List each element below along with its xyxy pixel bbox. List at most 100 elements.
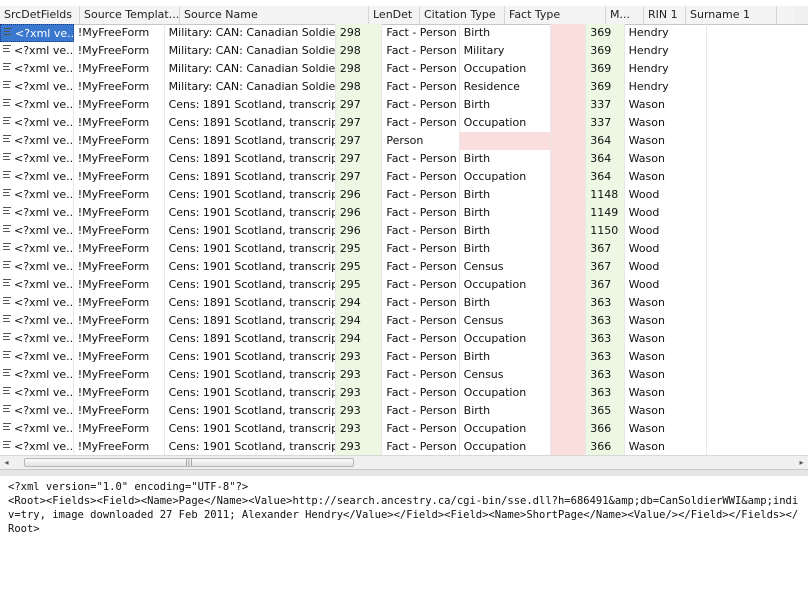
cell-lendet[interactable]: 297 xyxy=(335,168,383,186)
table-row[interactable]: <?xml ve... !MyFreeForm Military: CAN: Can… xyxy=(0,78,808,96)
column-header-m[interactable]: M... xyxy=(606,6,644,24)
cell-m[interactable] xyxy=(551,384,587,402)
cell-lendet[interactable]: 297 xyxy=(335,96,383,114)
cell-lendet[interactable]: 296 xyxy=(335,204,383,222)
cell-citation-type[interactable]: Fact - Person xyxy=(382,438,460,455)
cell-rin-1[interactable]: 367 xyxy=(586,258,625,276)
cell-citation-type[interactable]: Fact - Person xyxy=(382,114,460,132)
cell-rin-1[interactable]: 369 xyxy=(586,42,625,60)
cell-lendet[interactable]: 295 xyxy=(335,276,383,294)
cell-surname-1[interactable]: Wason xyxy=(625,96,708,114)
column-header-source-name[interactable]: Source Name xyxy=(180,6,369,24)
cell-srcdetfields[interactable]: <?xml ve... xyxy=(0,294,74,312)
cell-fact-type[interactable]: Military xyxy=(460,42,552,60)
cell-fact-type[interactable]: Birth xyxy=(460,348,552,366)
cell-m[interactable] xyxy=(551,60,587,78)
cell-srcdetfields[interactable]: <?xml ve... xyxy=(0,366,74,384)
table-row[interactable]: <?xml ve... !MyFreeForm Cens: 1891 Scotlan… xyxy=(0,330,808,348)
cell-srcdetfields[interactable]: <?xml ve... xyxy=(0,330,74,348)
cell-srcdetfields[interactable]: <?xml ve... xyxy=(0,132,74,150)
cell-source-template[interactable]: !MyFreeForm xyxy=(74,240,165,258)
cell-citation-type[interactable]: Fact - Person xyxy=(382,330,460,348)
scrollbar-thumb[interactable]: ||| xyxy=(24,458,354,467)
scroll-left-icon[interactable]: ◂ xyxy=(0,456,13,469)
cell-rin-1[interactable]: 363 xyxy=(586,330,625,348)
cell-m[interactable] xyxy=(551,366,587,384)
cell-surname-1[interactable]: Wason xyxy=(625,312,708,330)
cell-citation-type[interactable]: Fact - Person xyxy=(382,42,460,60)
cell-source-name[interactable]: Cens: 1901 Scotland, transcript A... xyxy=(165,258,336,276)
table-row[interactable]: <?xml ve... !MyFreeForm Cens: 1901 Scotlan… xyxy=(0,186,808,204)
cell-rin-1[interactable]: 337 xyxy=(586,96,625,114)
cell-m[interactable] xyxy=(551,312,587,330)
cell-citation-type[interactable]: Fact - Person xyxy=(382,204,460,222)
horizontal-scrollbar[interactable]: ◂ ||| ▸ xyxy=(0,455,808,469)
cell-citation-type[interactable]: Fact - Person xyxy=(382,150,460,168)
cell-source-template[interactable]: !MyFreeForm xyxy=(74,96,165,114)
cell-source-template[interactable]: !MyFreeForm xyxy=(74,204,165,222)
table-row[interactable]: <?xml ve... !MyFreeForm Cens: 1901 Scotlan… xyxy=(0,384,808,402)
cell-m[interactable] xyxy=(551,168,587,186)
cell-fact-type[interactable]: Birth xyxy=(460,402,552,420)
cell-m[interactable] xyxy=(551,114,587,132)
cell-m[interactable] xyxy=(551,294,587,312)
cell-srcdetfields[interactable]: <?xml ve... xyxy=(0,312,74,330)
cell-rin-1[interactable]: 363 xyxy=(586,348,625,366)
table-row[interactable]: <?xml ve... !MyFreeForm Cens: 1901 Scotlan… xyxy=(0,420,808,438)
cell-source-template[interactable]: !MyFreeForm xyxy=(74,150,165,168)
cell-fact-type[interactable]: Birth xyxy=(460,24,552,42)
table-row[interactable]: <?xml ve... !MyFreeForm Cens: 1891 Scotlan… xyxy=(0,114,808,132)
cell-lendet[interactable]: 296 xyxy=(335,186,383,204)
cell-rin-1[interactable]: 363 xyxy=(586,366,625,384)
cell-lendet[interactable]: 294 xyxy=(335,294,383,312)
cell-rin-1[interactable]: 364 xyxy=(586,168,625,186)
cell-srcdetfields[interactable]: <?xml ve... xyxy=(0,150,74,168)
cell-surname-1[interactable]: Wood xyxy=(625,240,708,258)
cell-srcdetfields[interactable]: <?xml ve... xyxy=(0,96,74,114)
cell-lendet[interactable]: 298 xyxy=(335,42,383,60)
cell-surname-1[interactable]: Wason xyxy=(625,366,708,384)
cell-lendet[interactable]: 293 xyxy=(335,366,383,384)
cell-m[interactable] xyxy=(551,402,587,420)
cell-fact-type[interactable]: Occupation xyxy=(460,114,552,132)
cell-rin-1[interactable]: 369 xyxy=(586,60,625,78)
cell-lendet[interactable]: 297 xyxy=(335,114,383,132)
cell-source-template[interactable]: !MyFreeForm xyxy=(74,132,165,150)
cell-source-name[interactable]: Cens: 1901 Scotland, transcript A... xyxy=(165,366,336,384)
cell-source-template[interactable]: !MyFreeForm xyxy=(74,438,165,455)
cell-citation-type[interactable]: Fact - Person xyxy=(382,240,460,258)
cell-rin-1[interactable]: 1149 xyxy=(586,204,625,222)
cell-srcdetfields[interactable]: <?xml ve... xyxy=(0,186,74,204)
cell-surname-1[interactable]: Wood xyxy=(625,276,708,294)
cell-source-template[interactable]: !MyFreeForm xyxy=(74,60,165,78)
cell-citation-type[interactable]: Fact - Person xyxy=(382,186,460,204)
cell-surname-1[interactable]: Wason xyxy=(625,384,708,402)
cell-fact-type[interactable]: Census xyxy=(460,366,552,384)
cell-source-template[interactable]: !MyFreeForm xyxy=(74,420,165,438)
cell-lendet[interactable]: 294 xyxy=(335,312,383,330)
cell-m[interactable] xyxy=(551,240,587,258)
cell-source-name[interactable]: Cens: 1891 Scotland, transcript A... xyxy=(165,96,336,114)
cell-source-name[interactable]: Cens: 1901 Scotland, transcript A... xyxy=(165,276,336,294)
cell-surname-1[interactable]: Wood xyxy=(625,186,708,204)
cell-lendet[interactable]: 294 xyxy=(335,330,383,348)
cell-rin-1[interactable]: 364 xyxy=(586,150,625,168)
cell-citation-type[interactable]: Fact - Person xyxy=(382,384,460,402)
cell-source-name[interactable]: Cens: 1901 Scotland, transcript A... xyxy=(165,348,336,366)
table-row[interactable]: <?xml ve... !MyFreeForm Cens: 1901 Scotlan… xyxy=(0,276,808,294)
cell-rin-1[interactable]: 366 xyxy=(586,438,625,455)
cell-srcdetfields[interactable]: <?xml ve... xyxy=(0,402,74,420)
cell-rin-1[interactable]: 363 xyxy=(586,312,625,330)
table-row[interactable]: <?xml ve... !MyFreeForm Military: CAN: Can… xyxy=(0,42,808,60)
cell-surname-1[interactable]: Wason xyxy=(625,294,708,312)
table-row[interactable]: <?xml ve... !MyFreeForm Cens: 1901 Scotlan… xyxy=(0,204,808,222)
table-row[interactable]: <?xml ve... !MyFreeForm Cens: 1901 Scotlan… xyxy=(0,348,808,366)
cell-fact-type[interactable]: Birth xyxy=(460,222,552,240)
cell-surname-1[interactable]: Hendry xyxy=(625,24,708,42)
cell-source-name[interactable]: Cens: 1891 Scotland, transcript A... xyxy=(165,132,336,150)
cell-surname-1[interactable]: Hendry xyxy=(625,78,708,96)
cell-m[interactable] xyxy=(551,222,587,240)
cell-srcdetfields[interactable]: <?xml ve... xyxy=(0,276,74,294)
cell-source-template[interactable]: !MyFreeForm xyxy=(74,384,165,402)
cell-m[interactable] xyxy=(551,420,587,438)
